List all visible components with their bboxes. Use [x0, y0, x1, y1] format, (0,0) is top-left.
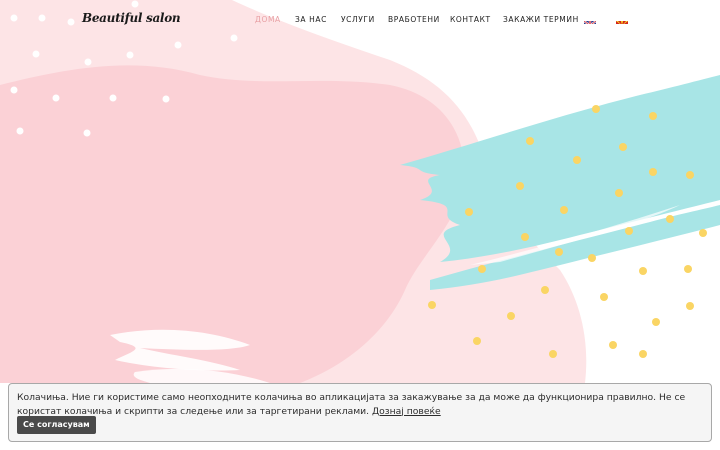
yellow-dot [526, 137, 534, 145]
yellow-dot [516, 182, 524, 190]
nav-item-about[interactable]: ЗА НАС [295, 15, 327, 24]
yellow-dot [609, 341, 617, 349]
yellow-dot [615, 189, 623, 197]
white-dot [32, 50, 40, 58]
white-dot [126, 51, 134, 59]
yellow-dot [549, 350, 557, 358]
yellow-dot [600, 293, 608, 301]
yellow-dot [639, 267, 647, 275]
yellow-dot [507, 312, 515, 320]
white-dot [10, 86, 18, 94]
white-dot [109, 94, 117, 102]
yellow-dot [666, 215, 674, 223]
white-dot [83, 129, 91, 137]
nav-item-services[interactable]: УСЛУГИ [341, 15, 375, 24]
macedonia-flag-icon[interactable] [616, 15, 628, 24]
uk-flag-icon[interactable] [584, 15, 596, 24]
yellow-dot [684, 265, 692, 273]
white-dot [16, 127, 24, 135]
yellow-dot [686, 302, 694, 310]
yellow-dot [521, 233, 529, 241]
cookie-message-text: Колачиња. Ние ги користиме само неопходн… [17, 392, 686, 417]
yellow-dot [478, 265, 486, 273]
yellow-dot [541, 286, 549, 294]
white-dot [84, 58, 92, 66]
yellow-dot [639, 350, 647, 358]
accept-cookies-button[interactable]: Се согласувам [17, 416, 96, 434]
yellow-dot [592, 105, 600, 113]
nav-item-staff[interactable]: ВРАБОТЕНИ [388, 15, 440, 24]
yellow-dot [625, 227, 633, 235]
yellow-dot [428, 301, 436, 309]
nav-item-book-appointment[interactable]: ЗАКАЖИ ТЕРМИН [503, 15, 579, 24]
white-dot [52, 94, 60, 102]
white-dot [162, 95, 170, 103]
yellow-dot [555, 248, 563, 256]
yellow-dot [699, 229, 707, 237]
yellow-dot [560, 206, 568, 214]
cookie-message: Колачиња. Ние ги користиме само неопходн… [17, 391, 707, 418]
cookie-consent-banner: Колачиња. Ние ги користиме само неопходн… [8, 383, 712, 442]
yellow-dot [573, 156, 581, 164]
nav-item-home[interactable]: ДОМА [255, 15, 281, 24]
white-dot [174, 41, 182, 49]
yellow-dot [473, 337, 481, 345]
yellow-dot [652, 318, 660, 326]
yellow-dot [686, 171, 694, 179]
learn-more-link[interactable]: Дознај повеќе [372, 406, 441, 417]
yellow-dot [649, 112, 657, 120]
nav-item-contact[interactable]: КОНТАКТ [450, 15, 491, 24]
site-logo[interactable]: Beautiful salon [82, 11, 181, 25]
yellow-dot [465, 208, 473, 216]
yellow-dot [649, 168, 657, 176]
navbar: Beautiful salon ДОМА ЗА НАС УСЛУГИ ВРАБО… [0, 0, 720, 40]
yellow-dot [588, 254, 596, 262]
yellow-dot [619, 143, 627, 151]
